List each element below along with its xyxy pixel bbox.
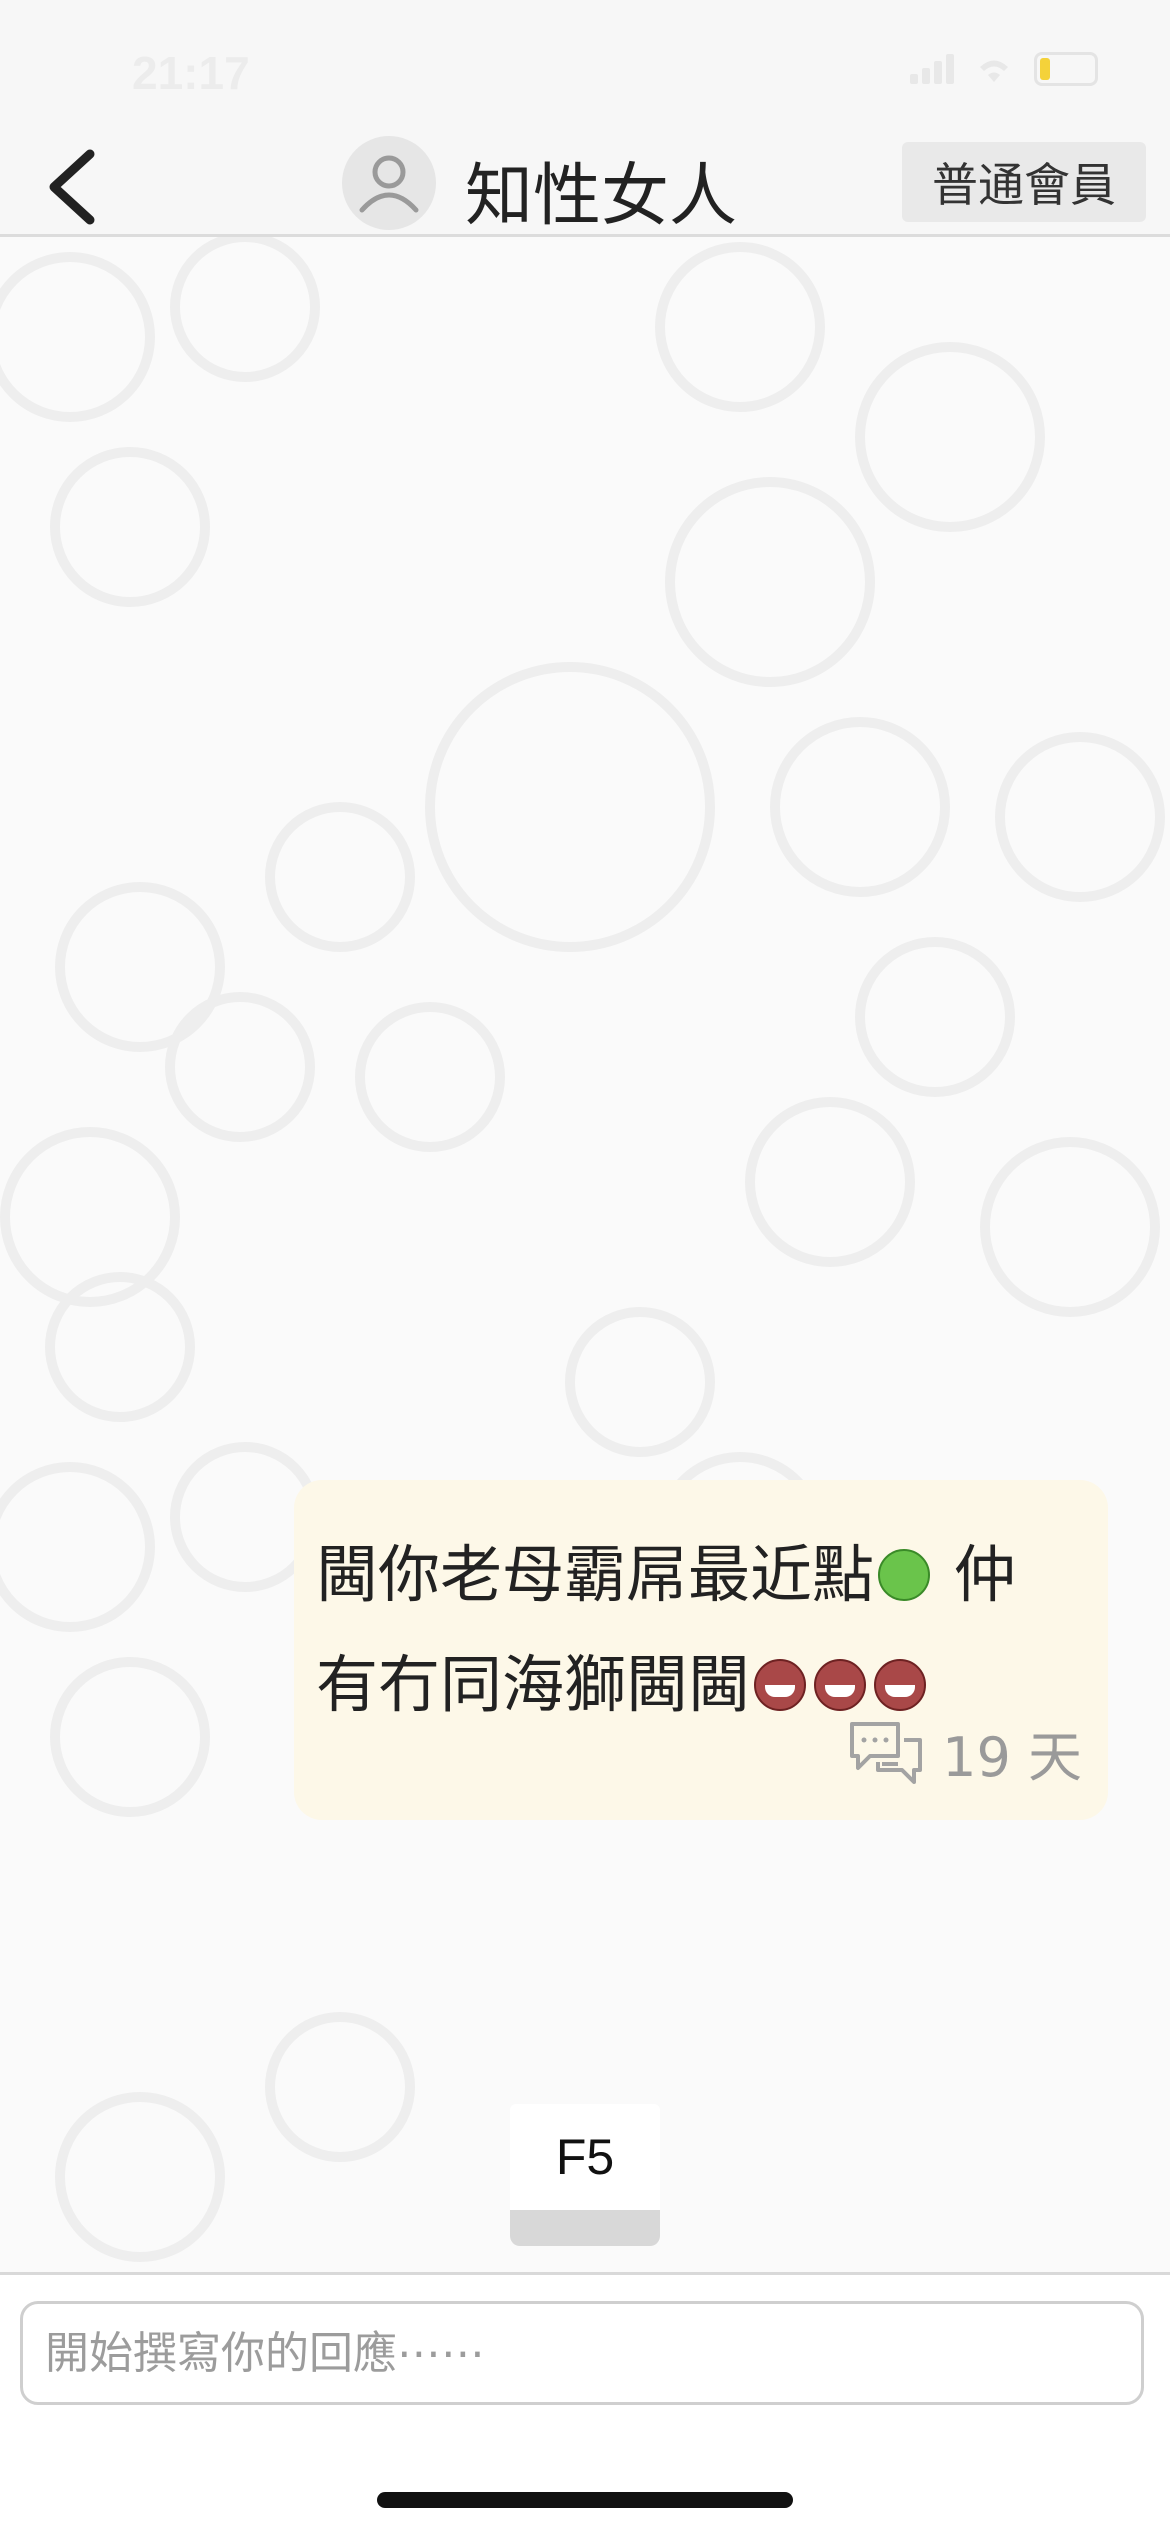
message-time: 19 天	[942, 1726, 1082, 1789]
chevron-left-icon[interactable]	[40, 142, 110, 232]
reply-input[interactable]	[20, 2301, 1144, 2405]
person-icon	[359, 155, 419, 213]
status-bar: 21:17	[0, 0, 1170, 132]
laugh-emoji-icon	[874, 1658, 927, 1711]
user-avatar-icon[interactable]	[342, 136, 436, 230]
status-time: 21:17	[132, 47, 250, 99]
f5-button-label[interactable]: F5	[510, 2128, 660, 2186]
message-meta: 19 天	[848, 1713, 1082, 1792]
battery-level	[1040, 58, 1050, 80]
chat-title[interactable]: 知性女人	[465, 140, 737, 239]
laugh-emoji-icon	[754, 1658, 807, 1711]
background-pattern	[0, 237, 1165, 2262]
confused-emoji-icon	[878, 1548, 931, 1601]
message-line-1-tail: 仲	[953, 1538, 1016, 1611]
f5-button-shadow	[510, 2210, 660, 2246]
chat-area: 閪你老母霸屌最近點 仲 有冇同海獅閪閪 19 天	[0, 237, 1170, 2272]
message-line-1: 閪你老母霸屌最近點	[316, 1538, 875, 1611]
chat-bubbles-icon[interactable]	[848, 1718, 924, 1788]
wifi-icon	[980, 60, 1008, 82]
message-bubble[interactable]: 閪你老母霸屌最近點 仲 有冇同海獅閪閪 19 天	[294, 1480, 1108, 1820]
status-icons	[910, 52, 1098, 86]
message-line-2: 有冇同海獅閪閪	[316, 1648, 751, 1721]
member-badge[interactable]: 普通會員	[902, 142, 1146, 222]
laugh-emoji-icon	[814, 1658, 867, 1711]
signal-icon	[910, 54, 954, 84]
battery-icon	[1034, 52, 1098, 86]
message-text: 閪你老母霸屌最近點 仲 有冇同海獅閪閪	[316, 1520, 1096, 1740]
chat-header: 知性女人 普通會員	[0, 132, 1170, 237]
home-indicator[interactable]	[377, 2492, 793, 2508]
